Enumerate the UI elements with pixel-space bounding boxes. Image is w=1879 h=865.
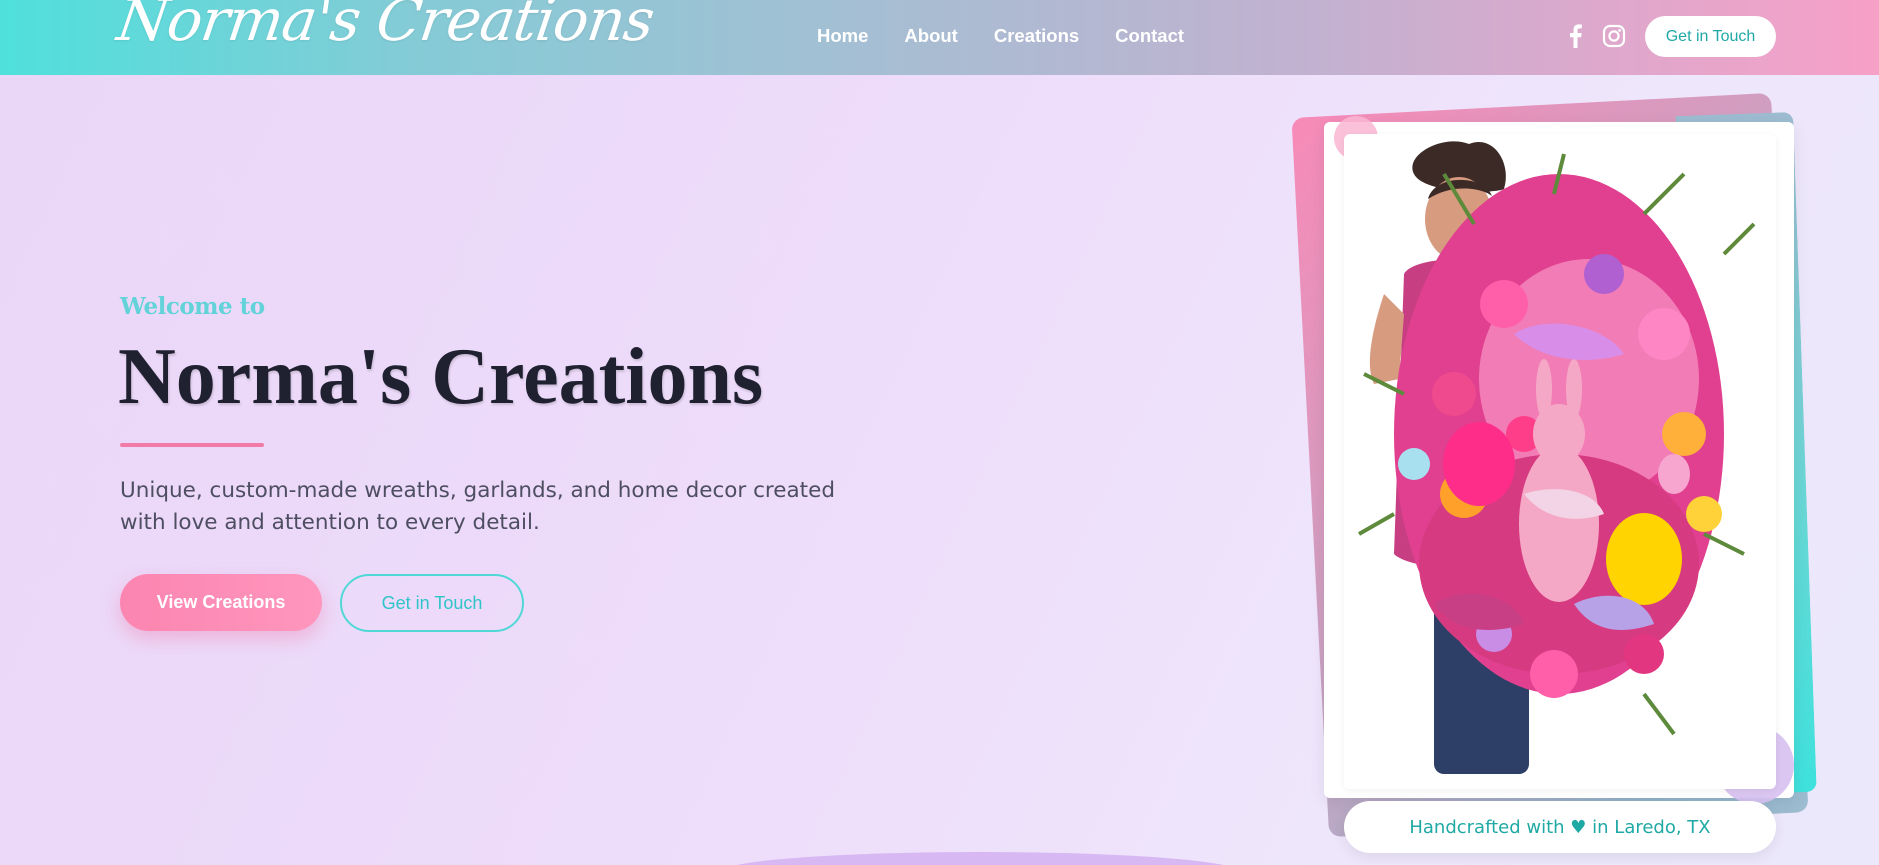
hero-photo <box>1344 134 1776 789</box>
logo[interactable]: Norma's Creations <box>113 0 658 54</box>
welcome-text: Welcome to <box>120 293 265 320</box>
view-creations-button[interactable]: View Creations <box>120 574 322 631</box>
hero-subtitle: Unique, custom-made wreaths, garlands, a… <box>120 478 835 535</box>
nav-about[interactable]: About <box>904 25 957 47</box>
nav-home[interactable]: Home <box>817 25 868 47</box>
hero-title: Norma's Creations <box>118 333 764 421</box>
title-divider <box>120 443 264 447</box>
site-header: Norma's Creations Home About Creations C… <box>0 0 1879 75</box>
main-nav: Home About Creations Contact <box>817 25 1184 47</box>
instagram-icon[interactable] <box>1602 24 1626 48</box>
location-caption: Handcrafted with ♥ in Laredo, TX <box>1344 801 1776 853</box>
nav-contact[interactable]: Contact <box>1115 25 1184 47</box>
facebook-icon[interactable] <box>1567 24 1583 48</box>
nav-creations[interactable]: Creations <box>994 25 1079 47</box>
get-in-touch-button[interactable]: Get in Touch <box>340 574 524 632</box>
wreath-photo-illustration <box>1358 141 1756 774</box>
header-get-in-touch-button[interactable]: Get in Touch <box>1645 16 1776 57</box>
bottom-wave-decoration <box>720 852 1240 865</box>
